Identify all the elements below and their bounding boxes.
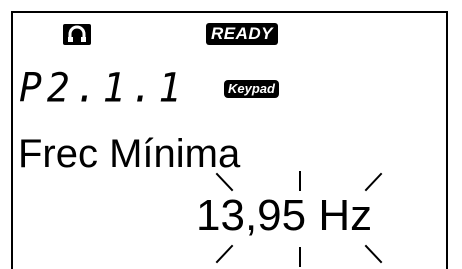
keypad-control-icon (63, 24, 91, 45)
parameter-name: Frec Mínima (18, 132, 241, 176)
parameter-code: P2.1.1 (19, 64, 187, 112)
ready-status-badge: READY (206, 23, 279, 45)
parameter-value[interactable]: 13,95 Hz (196, 194, 372, 238)
control-source-badge: Keypad (224, 80, 279, 98)
